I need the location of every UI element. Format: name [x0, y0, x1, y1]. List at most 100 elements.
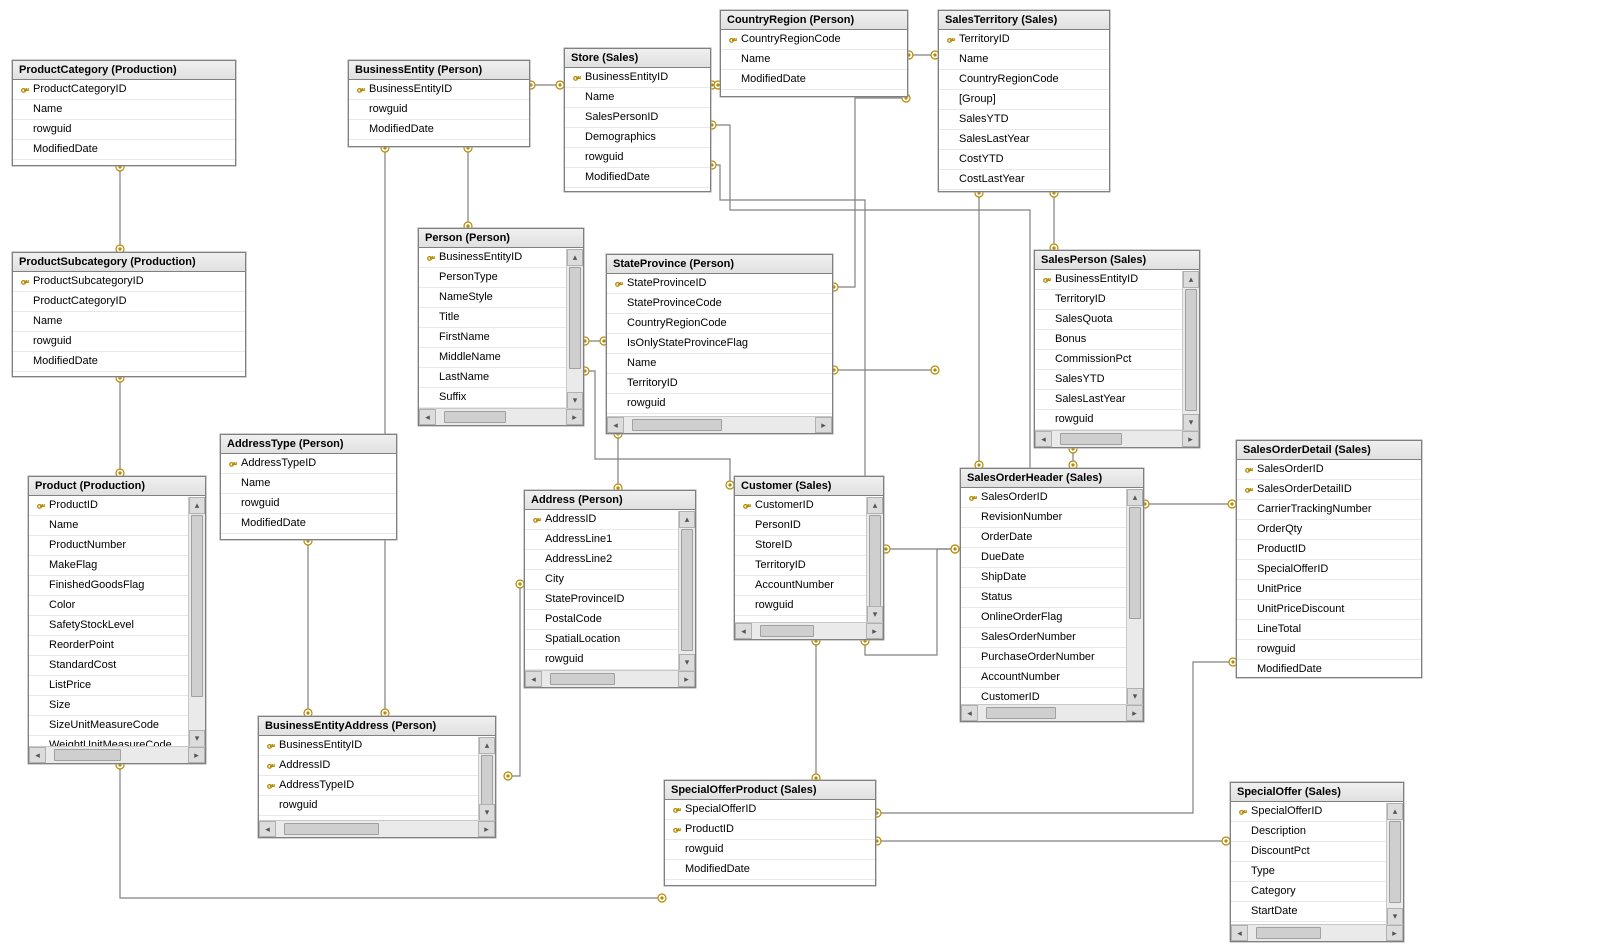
horizontal-scrollbar[interactable]: ◂▸ — [1231, 924, 1403, 941]
vertical-scrollbar[interactable]: ▴▾ — [866, 497, 883, 623]
scroll-up-icon[interactable]: ▴ — [867, 497, 883, 514]
column-row[interactable]: ModifiedDate — [565, 168, 710, 188]
scroll-left-icon[interactable]: ◂ — [961, 705, 978, 721]
column-row[interactable]: AddressTypeID — [259, 776, 479, 796]
horizontal-scrollbar[interactable]: ◂▸ — [419, 408, 583, 425]
column-row[interactable]: FirstName — [419, 328, 567, 348]
scroll-down-icon[interactable]: ▾ — [679, 654, 695, 671]
scroll-up-icon[interactable]: ▴ — [1127, 489, 1143, 506]
column-row[interactable]: IsOnlyStateProvinceFlag — [607, 334, 832, 354]
column-row[interactable]: NameStyle — [419, 288, 567, 308]
scroll-down-icon[interactable]: ▾ — [189, 730, 205, 747]
column-row[interactable]: ModifiedDate — [721, 70, 907, 90]
column-row[interactable]: LineTotal — [1237, 620, 1421, 640]
column-row[interactable]: SalesPersonID — [565, 108, 710, 128]
column-row[interactable]: CommissionPct — [1035, 350, 1183, 370]
column-row[interactable]: StandardCost — [29, 656, 189, 676]
column-row[interactable]: BusinessEntityID — [419, 248, 567, 268]
column-row[interactable]: BusinessEntityID — [349, 80, 529, 100]
column-row[interactable]: AddressID — [525, 510, 679, 530]
horizontal-scrollbar[interactable]: ◂▸ — [259, 820, 495, 837]
column-row[interactable]: Bonus — [1035, 330, 1183, 350]
column-row[interactable]: StartDate — [1231, 902, 1387, 922]
column-row[interactable]: SizeUnitMeasureCode — [29, 716, 189, 736]
column-row[interactable]: OrderQty — [1237, 520, 1421, 540]
scroll-up-icon[interactable]: ▴ — [1183, 271, 1199, 288]
table-Customer[interactable]: Customer (Sales)CustomerIDPersonIDStoreI… — [734, 476, 884, 640]
column-row[interactable]: Type — [1231, 862, 1387, 882]
column-row[interactable]: Suffix — [419, 388, 567, 408]
column-row[interactable]: AddressLine1 — [525, 530, 679, 550]
column-row[interactable]: SpatialLocation — [525, 630, 679, 650]
column-row[interactable]: StateProvinceID — [525, 590, 679, 610]
scroll-down-icon[interactable]: ▾ — [1127, 688, 1143, 705]
column-row[interactable]: Name — [29, 516, 189, 536]
column-row[interactable]: SpecialOfferID — [1237, 560, 1421, 580]
column-row[interactable]: StateProvinceID — [607, 274, 832, 294]
column-row[interactable]: SafetyStockLevel — [29, 616, 189, 636]
scroll-down-icon[interactable]: ▾ — [867, 606, 883, 623]
table-ProductSubcategory[interactable]: ProductSubcategory (Production)ProductSu… — [12, 252, 246, 377]
scroll-thumb[interactable] — [869, 515, 881, 607]
scroll-right-icon[interactable]: ▸ — [1182, 431, 1199, 447]
column-row[interactable]: TerritoryID — [939, 30, 1109, 50]
column-row[interactable]: Name — [721, 50, 907, 70]
scroll-thumb[interactable] — [284, 823, 379, 835]
scroll-right-icon[interactable]: ▸ — [188, 747, 205, 763]
scroll-thumb[interactable] — [569, 267, 581, 369]
column-row[interactable]: ModifiedDate — [1237, 660, 1421, 676]
column-row[interactable]: ProductID — [665, 820, 875, 840]
scroll-thumb[interactable] — [632, 419, 722, 431]
column-row[interactable]: ProductCategoryID — [13, 292, 245, 312]
column-row[interactable]: CostLastYear — [939, 170, 1109, 190]
column-row[interactable]: ModifiedDate — [665, 860, 875, 880]
column-row[interactable]: WeightUnitMeasureCode — [29, 736, 189, 746]
table-Person[interactable]: Person (Person)BusinessEntityIDPersonTyp… — [418, 228, 584, 426]
column-row[interactable]: FinishedGoodsFlag — [29, 576, 189, 596]
table-SalesOrderDetail[interactable]: SalesOrderDetail (Sales)SalesOrderIDSale… — [1236, 440, 1422, 678]
column-row[interactable]: BusinessEntityID — [565, 68, 710, 88]
column-row[interactable]: TerritoryID — [607, 374, 832, 394]
column-row[interactable]: Name — [565, 88, 710, 108]
scroll-up-icon[interactable]: ▴ — [189, 497, 205, 514]
column-row[interactable]: rowguid — [525, 650, 679, 670]
column-row[interactable]: ReorderPoint — [29, 636, 189, 656]
column-row[interactable]: Name — [221, 474, 396, 494]
column-row[interactable]: AddressLine2 — [525, 550, 679, 570]
column-row[interactable]: Name — [939, 50, 1109, 70]
column-row[interactable]: Color — [29, 596, 189, 616]
scroll-right-icon[interactable]: ▸ — [1386, 925, 1403, 941]
table-BusinessEntityAddress[interactable]: BusinessEntityAddress (Person)BusinessEn… — [258, 716, 496, 838]
table-SpecialOfferProduct[interactable]: SpecialOfferProduct (Sales)SpecialOfferI… — [664, 780, 876, 886]
scroll-right-icon[interactable]: ▸ — [478, 821, 495, 837]
column-row[interactable]: CountryRegionCode — [939, 70, 1109, 90]
diagram-canvas[interactable]: ProductCategory (Production)ProductCateg… — [0, 0, 1605, 951]
column-row[interactable]: OnlineOrderFlag — [961, 608, 1127, 628]
scroll-up-icon[interactable]: ▴ — [567, 249, 583, 266]
scroll-left-icon[interactable]: ◂ — [29, 747, 46, 763]
column-row[interactable]: SalesLastYear — [1035, 390, 1183, 410]
table-Product[interactable]: Product (Production)ProductIDNameProduct… — [28, 476, 206, 764]
column-row[interactable]: City — [525, 570, 679, 590]
vertical-scrollbar[interactable]: ▴▾ — [1126, 489, 1143, 705]
scroll-left-icon[interactable]: ◂ — [525, 671, 542, 687]
vertical-scrollbar[interactable]: ▴▾ — [1182, 271, 1199, 431]
column-row[interactable]: ProductCategoryID — [13, 80, 235, 100]
scroll-thumb[interactable] — [1389, 821, 1401, 903]
scroll-thumb[interactable] — [550, 673, 615, 685]
column-row[interactable]: rowguid — [665, 840, 875, 860]
scroll-thumb[interactable] — [1060, 433, 1122, 445]
scroll-down-icon[interactable]: ▾ — [1387, 908, 1403, 925]
table-SalesPerson[interactable]: SalesPerson (Sales)BusinessEntityIDTerri… — [1034, 250, 1200, 448]
scroll-left-icon[interactable]: ◂ — [735, 623, 752, 639]
column-row[interactable]: ProductNumber — [29, 536, 189, 556]
column-row[interactable]: SalesOrderID — [961, 488, 1127, 508]
column-row[interactable]: SalesOrderNumber — [961, 628, 1127, 648]
column-row[interactable]: Demographics — [565, 128, 710, 148]
column-row[interactable]: CountryRegionCode — [721, 30, 907, 50]
column-row[interactable]: PersonType — [419, 268, 567, 288]
column-row[interactable]: AddressTypeID — [221, 454, 396, 474]
column-row[interactable]: TerritoryID — [735, 556, 867, 576]
scroll-up-icon[interactable]: ▴ — [679, 511, 695, 528]
column-row[interactable]: Category — [1231, 882, 1387, 902]
